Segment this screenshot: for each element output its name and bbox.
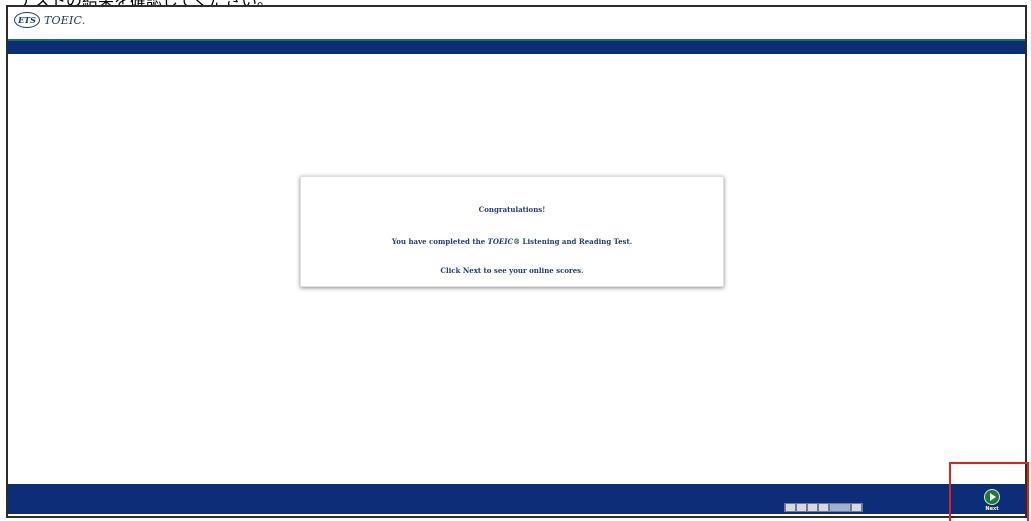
next-button[interactable]: Next: [978, 489, 1006, 513]
taskbar-app-icon: [830, 504, 850, 511]
congratulations-text: Congratulations!: [478, 205, 546, 214]
taskbar-app-icon: [819, 504, 828, 511]
ets-toeic-logo: ETS TOEIC.: [14, 12, 85, 28]
taskbar-icons: [784, 503, 863, 512]
app-footer: Next: [8, 484, 1025, 514]
taskbar-app-icon: [786, 504, 795, 511]
toeic-trademark-text: TOEIC®: [487, 237, 521, 246]
taskbar-app-icon: [808, 504, 817, 511]
completion-dialog: Congratulations! You have completed the …: [300, 176, 724, 287]
ets-logo-mark: ETS: [14, 12, 40, 28]
play-circle-icon: [984, 489, 1000, 505]
toeic-logo-text: TOEIC.: [44, 13, 86, 27]
next-button-label: Next: [985, 506, 999, 512]
play-arrow-icon: [990, 493, 996, 501]
next-instruction-text: Click Next to see your online scores.: [440, 266, 584, 275]
completion-message-prefix: You have completed the: [391, 237, 488, 246]
app-header: ETS TOEIC.: [8, 7, 1025, 39]
header-blue-band: [8, 41, 1025, 54]
completion-message-suffix: Listening and Reading Test.: [520, 237, 633, 246]
screenshot: テストの結果を確認してください。 ETS TOEIC. Congratulati…: [0, 0, 1031, 521]
taskbar-app-icon: [797, 504, 806, 511]
test-window: ETS TOEIC. Congratulations! You have com…: [6, 5, 1027, 518]
completion-message: You have completed the TOEIC® Listening …: [301, 237, 723, 246]
main-content: Congratulations! You have completed the …: [8, 54, 1025, 484]
taskbar-app-icon: [852, 504, 861, 511]
